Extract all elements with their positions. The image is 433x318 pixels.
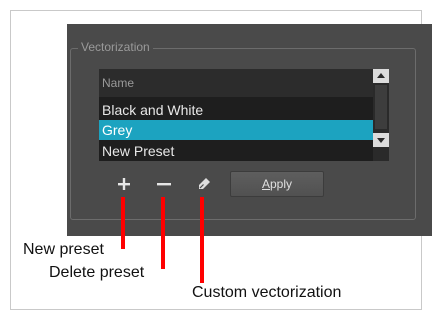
callout-line-custom-vectorization bbox=[200, 197, 204, 283]
preset-list[interactable]: Name Black and White Grey New Preset bbox=[99, 69, 389, 161]
callout-delete-preset: Delete preset bbox=[49, 264, 145, 281]
plus-icon bbox=[118, 178, 130, 190]
new-preset-button[interactable] bbox=[113, 173, 135, 195]
chevron-up-icon bbox=[377, 73, 385, 78]
vectorization-group-title: Vectorization bbox=[78, 40, 153, 54]
preset-row-black-and-white[interactable]: Black and White bbox=[99, 100, 373, 120]
preset-list-scrollbar[interactable] bbox=[373, 69, 389, 161]
chevron-down-icon bbox=[377, 138, 385, 143]
apply-mnemonic: A bbox=[261, 177, 270, 191]
scrollbar-thumb[interactable] bbox=[375, 85, 387, 129]
scroll-down-button[interactable] bbox=[373, 133, 389, 147]
scroll-up-button[interactable] bbox=[373, 69, 389, 83]
preset-row-grey[interactable]: Grey bbox=[99, 120, 373, 140]
preset-row-new-preset[interactable]: New Preset bbox=[99, 141, 373, 161]
minus-icon bbox=[157, 183, 171, 186]
custom-vectorization-button[interactable] bbox=[193, 173, 215, 195]
callout-custom-vectorization: Custom vectorization bbox=[192, 284, 342, 301]
apply-label: pply bbox=[270, 177, 293, 191]
delete-preset-button[interactable] bbox=[153, 173, 175, 195]
callout-line-new-preset bbox=[121, 197, 125, 249]
callout-new-preset: New preset bbox=[23, 241, 104, 258]
callout-line-delete-preset bbox=[161, 197, 165, 269]
apply-button[interactable]: Apply bbox=[230, 171, 324, 197]
pen-icon bbox=[199, 178, 210, 189]
list-column-header-name[interactable]: Name bbox=[99, 69, 373, 97]
